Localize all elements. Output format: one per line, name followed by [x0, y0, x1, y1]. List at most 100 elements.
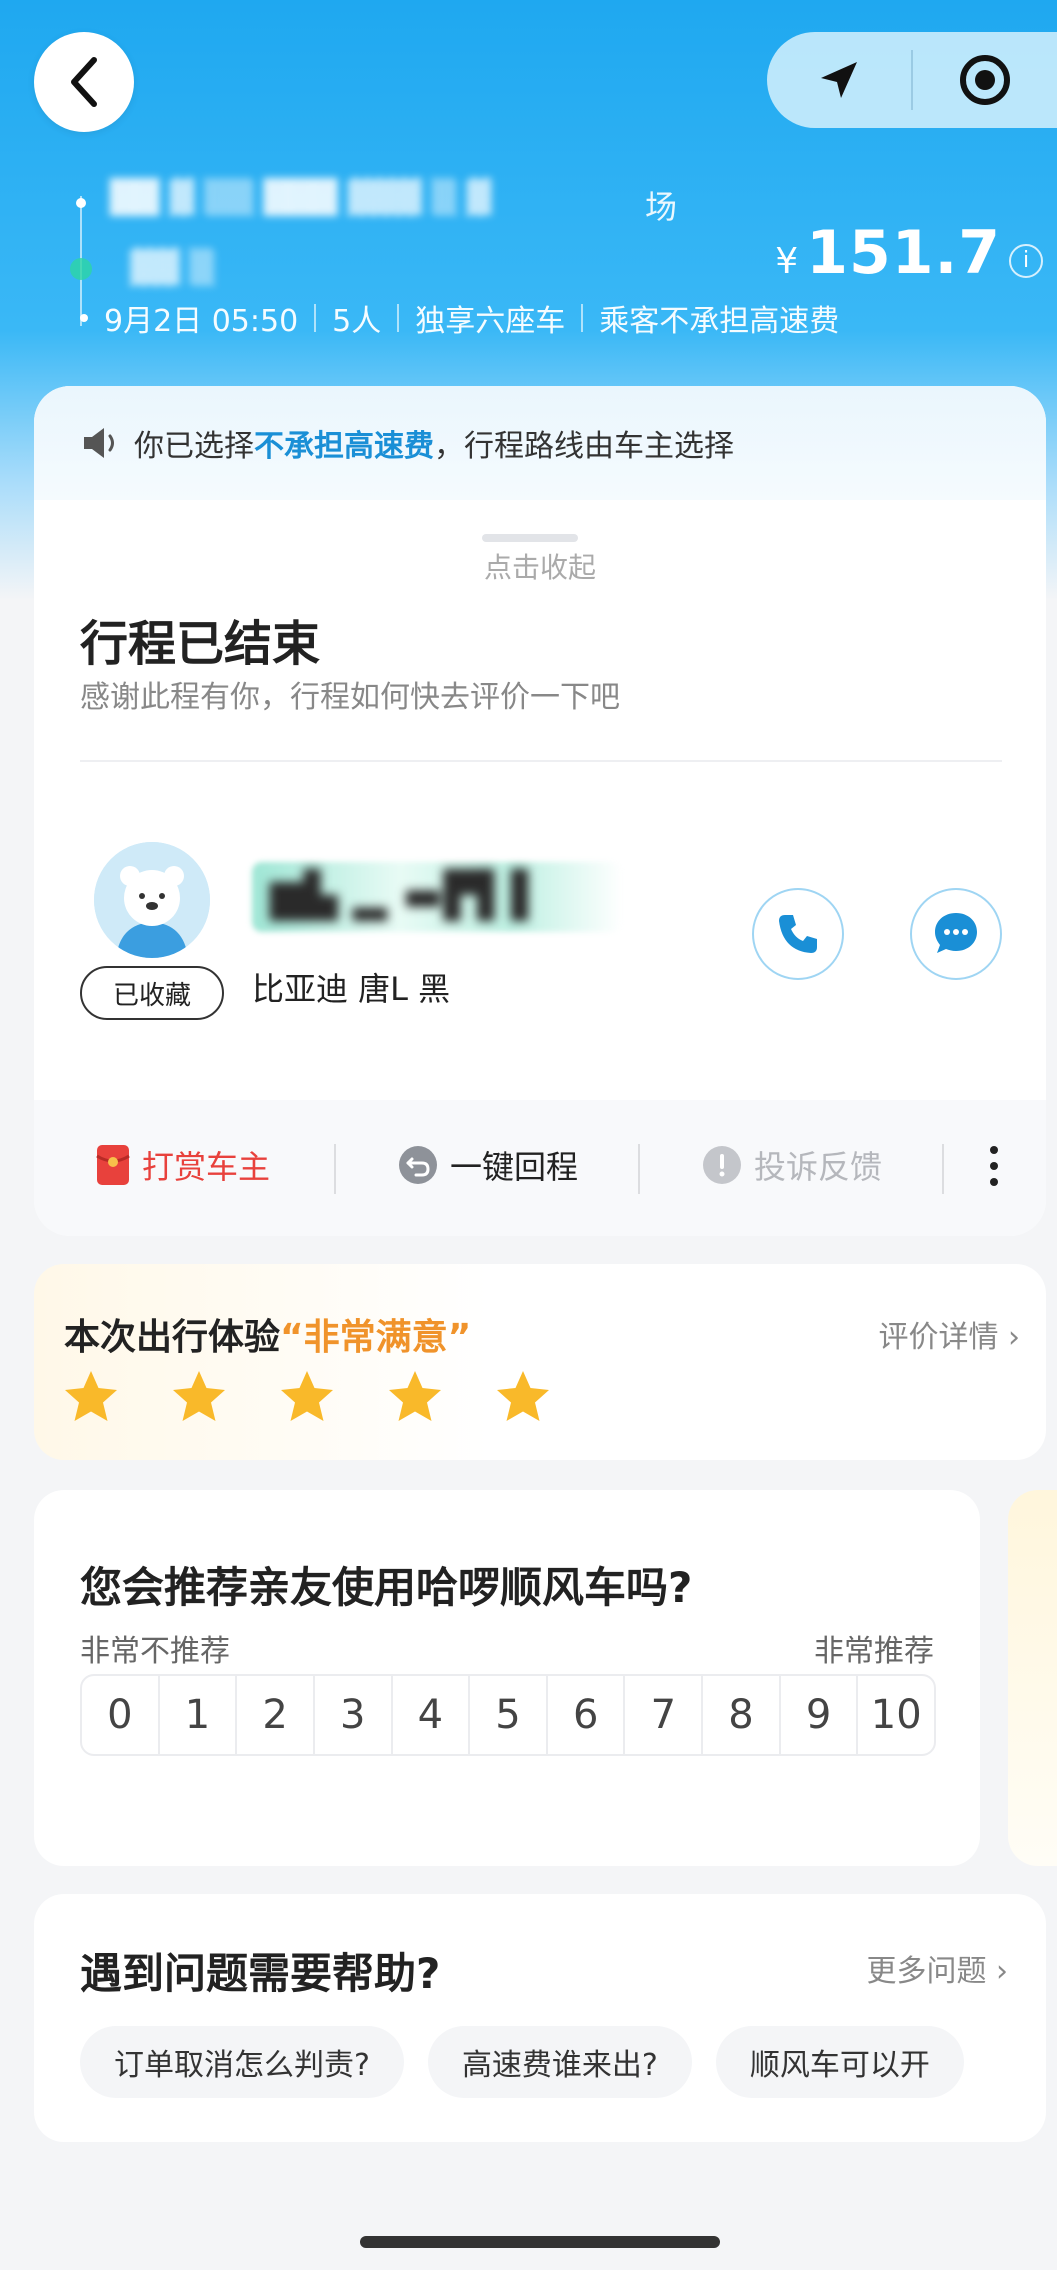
experience-title: 本次出行体验“非常满意” — [64, 1308, 471, 1360]
collapse-handle[interactable] — [482, 534, 578, 542]
back-button[interactable] — [34, 32, 134, 132]
more-button[interactable] — [988, 1140, 1000, 1196]
faq-chip[interactable]: 订单取消怎么判责? — [80, 2026, 404, 2098]
star-icon — [281, 1371, 333, 1421]
next-survey-card-peek[interactable] — [1008, 1490, 1057, 1866]
star-icon — [497, 1371, 549, 1421]
notice-prefix: 你已选择 — [134, 429, 254, 464]
exclamation-icon — [703, 1146, 741, 1184]
help-card: 遇到问题需要帮助? 更多问题 › 订单取消怎么判责? 高速费谁来出? 顺风车可以… — [34, 1894, 1046, 2142]
star-icon — [173, 1371, 225, 1421]
return-arrow-icon — [399, 1146, 437, 1184]
meta-separator — [581, 304, 584, 332]
score-scale: 0 1 2 3 4 5 6 7 8 9 10 — [80, 1674, 936, 1756]
help-title: 遇到问题需要帮助? — [80, 1949, 441, 1998]
trip-status-subtitle: 感谢此程有你，行程如何快去评价一下吧 — [80, 680, 620, 715]
tip-driver-button[interactable]: 打赏车主 — [96, 1142, 270, 1188]
chevron-right-icon: › — [1008, 1320, 1020, 1355]
experience-rating-text: “非常满意” — [280, 1317, 472, 1358]
return-trip-button[interactable]: 一键回程 — [398, 1142, 578, 1188]
trip-car-type: 独享六座车 — [415, 304, 566, 339]
collapse-label[interactable]: 点击收起 — [34, 546, 1046, 586]
meta-separator — [314, 304, 317, 332]
faq-chips: 订单取消怎么判责? 高速费谁来出? 顺风车可以开 — [80, 2026, 964, 2098]
action-bar: 打赏车主 一键回程 投诉反馈 — [34, 1100, 1046, 1236]
favorite-button[interactable]: 已收藏 — [80, 966, 224, 1020]
origin-tail-text: 场 — [645, 188, 678, 226]
back-arrow-icon — [71, 57, 97, 107]
call-button[interactable] — [752, 888, 844, 980]
price-info-icon[interactable]: i — [1009, 243, 1043, 278]
navigate-button[interactable] — [767, 32, 911, 128]
bear-avatar-icon — [94, 842, 210, 958]
trip-passengers: 5人 — [332, 304, 382, 339]
score-option[interactable]: 7 — [625, 1676, 704, 1754]
more-questions-label: 更多问题 — [866, 1954, 987, 1989]
trip-card: 你已选择 不承担高速费 ，行程路线由车主选择 点击收起 行程已结束 感谢此程有你… — [34, 386, 1046, 1236]
rating-details-label: 评价详情 — [878, 1320, 999, 1355]
driver-name-blur: ▆▙ ▂ ▬▛▌▌ — [270, 870, 546, 921]
action-separator — [638, 1144, 640, 1194]
complaint-label: 投诉反馈 — [754, 1148, 883, 1186]
star-icon — [65, 1371, 117, 1421]
trip-datetime: 9月2日 05:50 — [104, 304, 299, 339]
trip-price: ¥ 151.7 i — [775, 218, 1043, 288]
score-option[interactable]: 1 — [160, 1676, 238, 1754]
message-button[interactable] — [910, 888, 1002, 980]
survey-question: 您会推荐亲友使用哈啰顺风车吗? — [80, 1563, 693, 1612]
score-option[interactable]: 2 — [237, 1676, 315, 1754]
score-option[interactable]: 9 — [781, 1676, 859, 1754]
score-option[interactable]: 6 — [548, 1676, 626, 1754]
origin-dot — [76, 198, 86, 208]
recommend-survey-card: 您会推荐亲友使用哈啰顺风车吗? 非常不推荐 非常推荐 0 1 2 3 4 5 6… — [34, 1490, 980, 1866]
faq-chip[interactable]: 高速费谁来出? — [427, 2026, 692, 2098]
complaint-button[interactable]: 投诉反馈 — [702, 1142, 882, 1188]
star-rating — [62, 1368, 552, 1426]
action-separator — [334, 1144, 336, 1194]
star-icon — [389, 1371, 441, 1421]
trip-meta: 9月2日 05:50 5人 独享六座车 乘客不承担高速费 — [80, 296, 839, 340]
notice-highlight: 不承担高速费 — [254, 429, 434, 464]
score-option[interactable]: 4 — [393, 1676, 471, 1754]
phone-icon — [779, 915, 817, 953]
return-trip-label: 一键回程 — [450, 1148, 579, 1186]
score-option[interactable]: 10 — [858, 1676, 934, 1754]
destination-redacted: ▓▓ ▒ — [130, 248, 214, 286]
origin-redacted: ██ ▓ ▒▒ ███ ▓▓▓ ▒ ▓ — [110, 178, 491, 216]
notice-suffix: ，行程路线由车主选择 — [434, 429, 734, 464]
score-option[interactable]: 0 — [82, 1676, 160, 1754]
tip-driver-label: 打赏车主 — [142, 1148, 271, 1186]
chat-bubble-icon — [935, 913, 977, 953]
chevron-right-icon: › — [996, 1954, 1008, 1989]
trip-toll-policy: 乘客不承担高速费 — [599, 304, 840, 339]
toll-notice: 你已选择 不承担高速费 ，行程路线由车主选择 — [34, 386, 1046, 500]
rating-details-link[interactable]: 评价详情 › — [878, 1312, 1020, 1356]
driver-avatar[interactable] — [94, 842, 210, 958]
action-separator — [942, 1144, 944, 1194]
red-envelope-icon — [96, 1145, 130, 1185]
more-vertical-icon — [990, 1146, 998, 1186]
trip-status-title: 行程已结束 — [80, 616, 321, 672]
faq-chip[interactable]: 顺风车可以开 — [715, 2026, 964, 2098]
section-divider — [80, 760, 1002, 762]
score-option[interactable]: 5 — [470, 1676, 548, 1754]
price-amount: 151.7 — [806, 218, 1001, 288]
meta-dot — [80, 314, 88, 322]
meta-separator — [397, 304, 400, 332]
car-info: 比亚迪 唐L 黑 — [252, 970, 451, 1008]
score-option[interactable]: 8 — [703, 1676, 781, 1754]
price-currency: ¥ — [775, 241, 799, 282]
score-option[interactable]: 3 — [315, 1676, 393, 1754]
survey-high-label: 非常推荐 — [814, 1634, 934, 1669]
map-controls — [767, 32, 1057, 128]
trip-experience-card: 本次出行体验“非常满意” 评价详情 › — [34, 1264, 1046, 1460]
navigation-arrow-icon — [821, 62, 857, 98]
survey-low-label: 非常不推荐 — [80, 1634, 230, 1669]
locate-target-icon — [960, 55, 1010, 105]
home-indicator[interactable] — [360, 2236, 720, 2248]
locate-button[interactable] — [913, 32, 1057, 128]
experience-title-prefix: 本次出行体验 — [64, 1317, 281, 1358]
destination-dot — [70, 258, 92, 280]
speaker-icon — [84, 428, 114, 458]
more-questions-link[interactable]: 更多问题 › — [866, 1946, 1008, 1990]
